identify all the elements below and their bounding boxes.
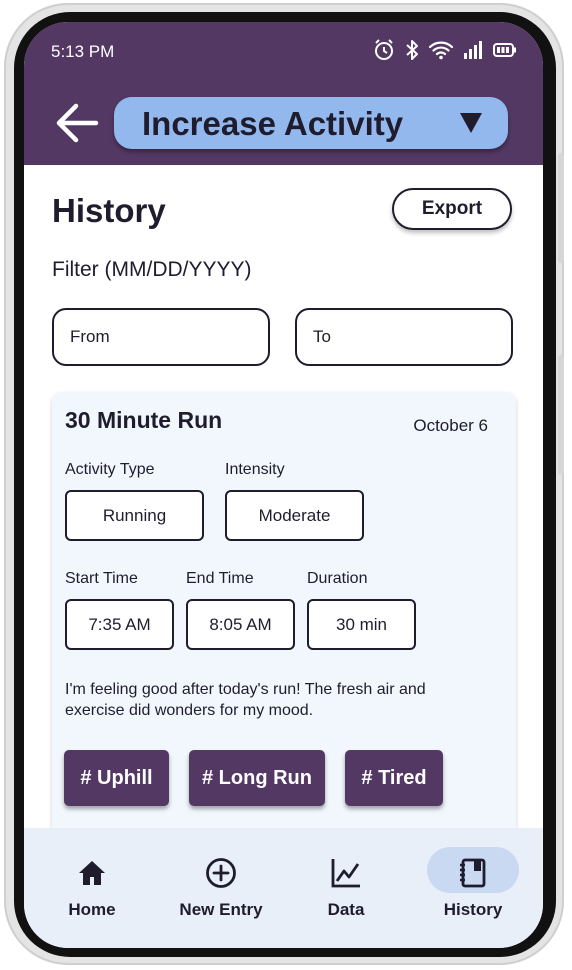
nav-item-label: Home bbox=[68, 900, 116, 919]
intensity-value: Moderate bbox=[225, 490, 364, 541]
entry-note: I'm feeling good after today's run! The … bbox=[65, 681, 426, 719]
start-time-label: Start Time bbox=[65, 570, 138, 587]
nav-item-home[interactable]: Home bbox=[42, 828, 142, 948]
plus-circle-icon bbox=[206, 858, 236, 888]
nav-item-history[interactable]: History bbox=[423, 828, 523, 948]
nav-item-data[interactable]: Data bbox=[296, 828, 396, 948]
arrow-left-icon bbox=[56, 103, 99, 143]
nav-item-label: Data bbox=[327, 900, 365, 919]
bluetooth-icon bbox=[405, 39, 419, 66]
page-title: History bbox=[52, 192, 166, 229]
signal-icon bbox=[463, 40, 483, 65]
app-screen: 5:13 PM Increase Activity History Export… bbox=[24, 22, 543, 948]
start-time-value: 7:35 AM bbox=[65, 599, 174, 650]
nav-item-label: History bbox=[443, 900, 503, 919]
triangle-down-icon bbox=[460, 113, 482, 133]
volume-button bbox=[558, 153, 564, 263]
export-button[interactable]: Export bbox=[392, 188, 512, 230]
entry-title: 30 Minute Run bbox=[65, 407, 223, 433]
entry-date: October 6 bbox=[413, 416, 488, 435]
to-date-input[interactable] bbox=[295, 308, 513, 366]
nav-item-new-entry[interactable]: New Entry bbox=[161, 828, 281, 948]
duration-label: Duration bbox=[307, 570, 368, 587]
history-entry-card[interactable]: 30 Minute Run October 6 Activity Type Ru… bbox=[52, 392, 516, 862]
tag-chip[interactable]: # Uphill bbox=[64, 750, 169, 806]
end-time-value: 8:05 AM bbox=[186, 599, 295, 650]
intensity-label: Intensity bbox=[225, 461, 285, 478]
nav-item-label: New Entry bbox=[179, 900, 263, 919]
goal-dropdown-label: Increase Activity bbox=[142, 105, 404, 142]
duration-value: 30 min bbox=[307, 599, 416, 650]
alarm-icon bbox=[373, 38, 395, 66]
back-button[interactable] bbox=[54, 102, 100, 144]
end-time-label: End Time bbox=[186, 570, 254, 587]
tag-chip[interactable]: # Tired bbox=[345, 750, 443, 806]
goal-dropdown[interactable]: Increase Activity bbox=[114, 97, 508, 149]
power-button bbox=[558, 355, 564, 475]
activity-type-label: Activity Type bbox=[65, 461, 155, 478]
journal-icon bbox=[460, 858, 486, 888]
status-bar: 5:13 PM bbox=[24, 22, 543, 80]
status-time: 5:13 PM bbox=[51, 42, 115, 61]
line-chart-icon bbox=[331, 859, 360, 888]
app-header: 5:13 PM Increase Activity bbox=[24, 22, 543, 165]
home-icon bbox=[79, 861, 105, 885]
filter-label: Filter (MM/DD/YYYY) bbox=[52, 258, 252, 281]
activity-type-value: Running bbox=[65, 490, 204, 541]
bottom-nav: Home New Entry Data History bbox=[24, 828, 543, 948]
tag-chip[interactable]: # Long Run bbox=[189, 750, 325, 806]
battery-icon bbox=[493, 42, 517, 63]
from-date-input[interactable] bbox=[52, 308, 270, 366]
status-icons bbox=[373, 38, 517, 66]
wifi-icon bbox=[428, 40, 454, 65]
